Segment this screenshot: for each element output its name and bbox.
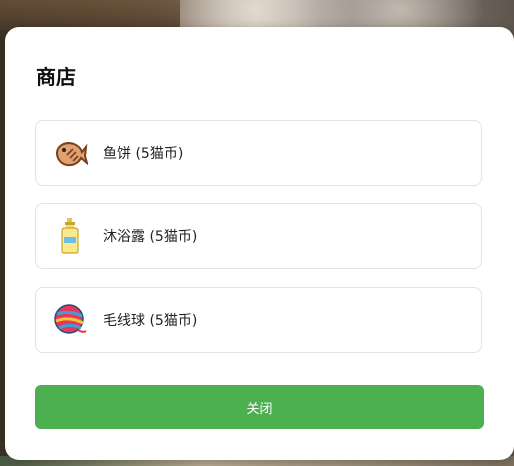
body-wash-bottle-icon: [52, 218, 88, 254]
yarn-ball-icon: [52, 302, 88, 338]
shop-item-body-wash[interactable]: 沐浴露 (5猫币): [35, 203, 482, 269]
fish-cake-icon: [52, 135, 89, 171]
shop-item-yarn-ball[interactable]: 毛线球 (5猫币): [35, 287, 482, 353]
background-shelf: [0, 0, 180, 30]
shop-item-label: 沐浴露 (5猫币): [103, 229, 198, 245]
shop-item-fish-cake[interactable]: 鱼饼 (5猫币): [35, 120, 482, 186]
dialog-title: 商店: [36, 65, 76, 89]
shop-item-label: 鱼饼 (5猫币): [103, 146, 184, 162]
shop-dialog: 商店 鱼饼 (5猫币) 沐浴露 (5猫币) 毛线球 (5猫币) 关闭: [5, 27, 514, 460]
close-button[interactable]: 关闭: [35, 385, 484, 429]
shop-item-label: 毛线球 (5猫币): [103, 313, 198, 329]
